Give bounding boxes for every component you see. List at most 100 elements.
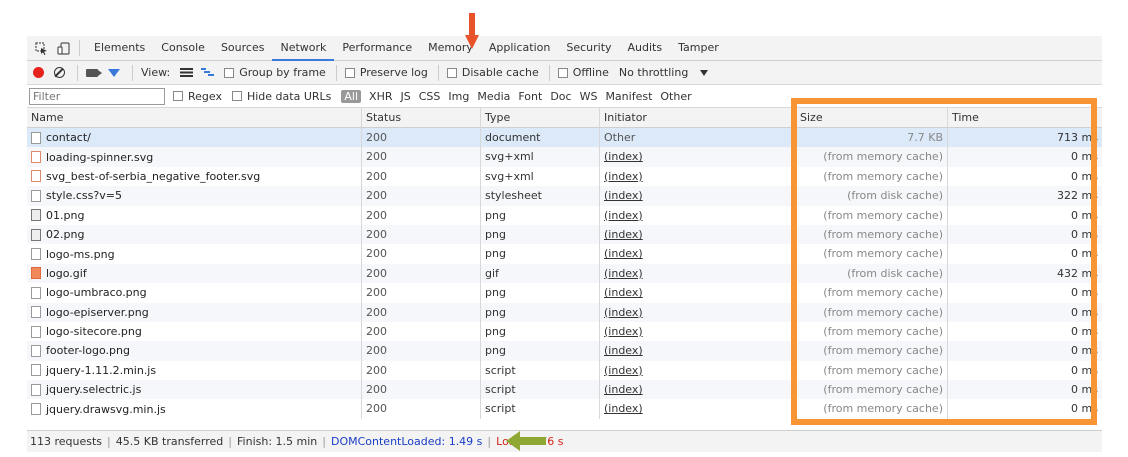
filter-type-img[interactable]: Img	[448, 90, 469, 103]
offline-checkbox[interactable]: Offline	[557, 66, 609, 79]
cell-initiator[interactable]: (index)	[600, 380, 796, 400]
cell-initiator[interactable]: (index)	[600, 186, 796, 206]
checkbox-box[interactable]	[231, 91, 242, 101]
table-row[interactable]: logo-sitecore.png 200 png (index) (from memo…	[27, 321, 1102, 342]
cell-initiator[interactable]: (index)	[600, 244, 796, 264]
filter-type-ws[interactable]: WS	[580, 90, 598, 103]
filter-type-doc[interactable]: Doc	[550, 90, 571, 103]
cell-name[interactable]: logo.gif	[27, 263, 362, 284]
filter-type-other[interactable]: Other	[660, 90, 691, 103]
column-header-time[interactable]: Time	[948, 108, 1102, 127]
column-header-status[interactable]: Status	[362, 108, 481, 127]
table-row[interactable]: footer-logo.png 200 png (index) (from memory…	[27, 341, 1102, 361]
tab-console[interactable]: Console	[153, 36, 213, 60]
cell-initiator[interactable]: (index)	[600, 341, 796, 361]
preserve-log-checkbox[interactable]: Preserve log	[344, 66, 428, 79]
capture-screenshots-icon[interactable]	[86, 68, 102, 77]
cell-initiator[interactable]: (index)	[600, 166, 796, 187]
table-row[interactable]: jquery.drawsvg.min.js 200 script (index) (fr…	[27, 399, 1102, 419]
column-header-size[interactable]: Size	[796, 108, 948, 127]
filter-type-js[interactable]: JS	[400, 90, 410, 103]
cell-initiator[interactable]: (index)	[600, 147, 796, 167]
filter-input[interactable]	[29, 87, 165, 105]
checkbox-box[interactable]	[173, 91, 183, 101]
filter-type-font[interactable]: Font	[518, 90, 542, 103]
cell-name[interactable]: logo-episerver.png	[27, 302, 362, 322]
disable-cache-checkbox[interactable]: Disable cache	[446, 66, 539, 79]
cell-name[interactable]: jquery-1.11.2.min.js	[27, 360, 362, 381]
table-row[interactable]: logo-umbraco.png 200 png (index) (from memor…	[27, 283, 1102, 303]
filter-type-media[interactable]: Media	[477, 90, 510, 103]
tab-security[interactable]: Security	[558, 36, 619, 60]
tab-elements[interactable]: Elements	[86, 36, 153, 60]
cell-name[interactable]: logo-sitecore.png	[27, 321, 362, 342]
cell-initiator[interactable]: (index)	[600, 283, 796, 303]
cell-name[interactable]: logo-ms.png	[27, 244, 362, 264]
cell-name[interactable]: contact/	[27, 128, 362, 148]
cell-name[interactable]: style.css?v=5	[27, 186, 362, 206]
tab-performance[interactable]: Performance	[334, 36, 420, 60]
checkbox-box[interactable]	[557, 67, 568, 78]
checkbox-box[interactable]	[224, 67, 235, 78]
tab-application[interactable]: Application	[481, 36, 558, 60]
cell-name[interactable]: 01.png	[27, 205, 362, 225]
cell-size: (from memory cache)	[796, 283, 948, 303]
table-row[interactable]: style.css?v=5 200 stylesheet (index) (from d…	[27, 186, 1102, 206]
cell-name[interactable]: footer-logo.png	[27, 341, 362, 361]
chevron-down-icon[interactable]	[700, 69, 709, 76]
column-header-name[interactable]: Name	[27, 108, 362, 127]
cell-initiator[interactable]: (index)	[600, 321, 796, 342]
cell-initiator[interactable]: (index)	[600, 360, 796, 381]
table-row[interactable]: jquery.selectric.js 200 script (index) (from…	[27, 380, 1102, 400]
table-row[interactable]: svg_best-of-serbia_negative_footer.svg 20…	[27, 166, 1102, 187]
cell-initiator[interactable]: (index)	[600, 302, 796, 322]
cell-name[interactable]: svg_best-of-serbia_negative_footer.svg	[27, 166, 362, 187]
type-value: svg+xml	[485, 150, 534, 164]
group-by-frame-checkbox[interactable]: Group by frame	[224, 66, 326, 79]
cell-name[interactable]: jquery.drawsvg.min.js	[27, 399, 362, 419]
record-button[interactable]	[33, 67, 44, 78]
table-row[interactable]: loading-spinner.svg 200 svg+xml (index) (fro…	[27, 147, 1102, 167]
filter-type-all[interactable]: All	[341, 89, 362, 103]
hide-data-urls-checkbox[interactable]: Hide data URLs	[231, 90, 331, 103]
cell-name[interactable]: 02.png	[27, 224, 362, 245]
tab-network[interactable]: Network	[272, 36, 335, 61]
cell-initiator[interactable]: (index)	[600, 205, 796, 225]
waterfall-view-icon[interactable]	[201, 68, 215, 77]
table-row[interactable]: logo.gif 200 gif (index) (from disk cache) 43…	[27, 263, 1102, 284]
column-header-initiator[interactable]: Initiator	[600, 108, 796, 127]
table-row[interactable]: logo-episerver.png 200 png (index) (from mem…	[27, 302, 1102, 322]
device-toolbar-icon[interactable]	[55, 40, 71, 56]
regex-checkbox[interactable]: Regex	[173, 90, 222, 103]
large-rows-icon[interactable]	[180, 68, 194, 77]
cell-name[interactable]: loading-spinner.svg	[27, 147, 362, 167]
cell-time: 0 ms	[948, 283, 1102, 302]
tab-memory[interactable]: Memory	[420, 36, 481, 60]
cell-initiator[interactable]: (index)	[600, 399, 796, 419]
cell-type: gif	[481, 263, 600, 284]
filter-type-xhr[interactable]: XHR	[369, 90, 392, 103]
time-value: 0 ms	[1071, 286, 1098, 300]
table-row[interactable]: jquery-1.11.2.min.js 200 script (index) (fro…	[27, 360, 1102, 381]
column-header-type[interactable]: Type	[481, 108, 600, 127]
cell-name[interactable]: jquery.selectric.js	[27, 380, 362, 400]
filter-type-manifest[interactable]: Manifest	[605, 90, 652, 103]
clear-button[interactable]	[54, 67, 65, 78]
table-row[interactable]: logo-ms.png 200 png (index) (from memory cac…	[27, 244, 1102, 264]
filter-icon[interactable]	[108, 68, 120, 77]
table-row[interactable]: 02.png 200 png (index) (from memory cache) 0 …	[27, 224, 1102, 245]
inspect-element-icon[interactable]	[33, 40, 49, 56]
cell-initiator[interactable]: (index)	[600, 224, 796, 245]
tab-tamper[interactable]: Tamper	[670, 36, 727, 60]
table-row[interactable]: contact/200 document Other 7.7 KB 713 ms	[27, 128, 1102, 148]
table-row[interactable]: 01.png 200 png (index) (from memory cache) 0 …	[27, 205, 1102, 225]
initiator-value: (index)	[604, 227, 643, 241]
tab-sources[interactable]: Sources	[213, 36, 273, 60]
cell-initiator[interactable]: (index)	[600, 263, 796, 284]
tab-audits[interactable]: Audits	[620, 36, 671, 60]
cell-name[interactable]: logo-umbraco.png	[27, 283, 362, 303]
checkbox-box[interactable]	[344, 67, 355, 78]
checkbox-box[interactable]	[446, 67, 457, 78]
throttling-select[interactable]: No throttling	[619, 66, 688, 79]
filter-type-css[interactable]: CSS	[419, 90, 441, 103]
